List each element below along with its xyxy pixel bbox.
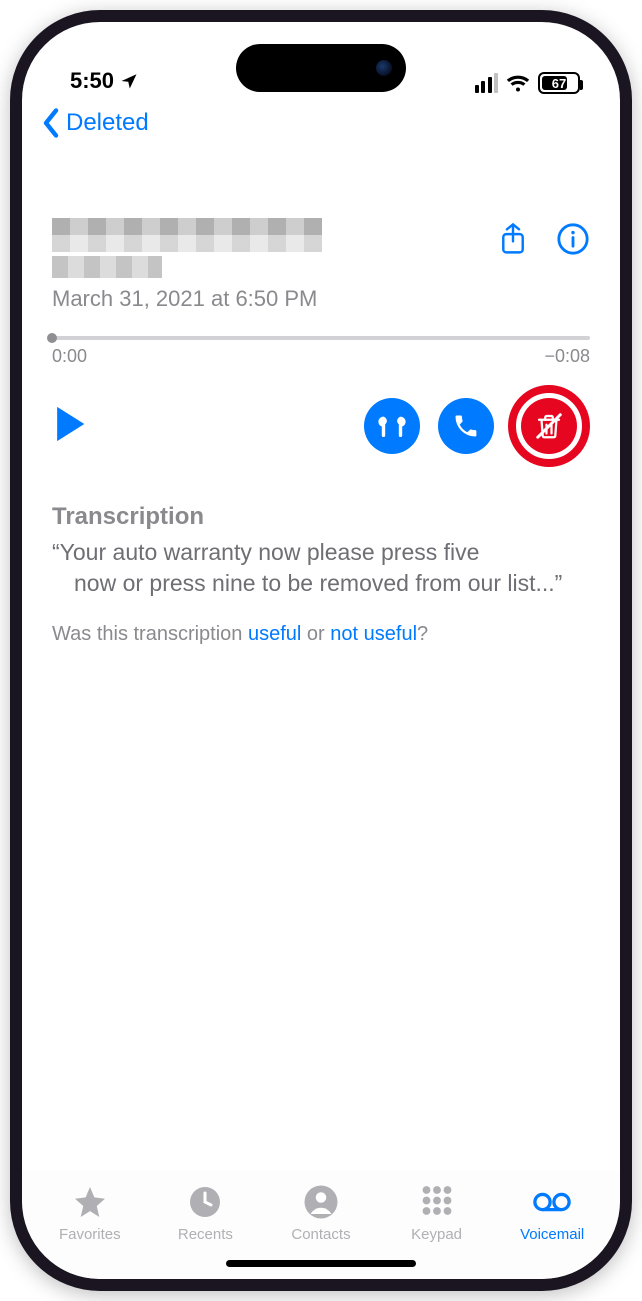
- call-back-button[interactable]: [438, 398, 494, 454]
- tab-label: Voicemail: [520, 1226, 584, 1243]
- remaining-time: −0:08: [544, 346, 590, 367]
- info-button[interactable]: [556, 222, 590, 261]
- tab-favorites[interactable]: Favorites: [32, 1184, 148, 1243]
- keypad-icon: [418, 1184, 456, 1220]
- tab-label: Favorites: [59, 1226, 121, 1243]
- transcription-section: Transcription “Your auto warranty now pl…: [52, 503, 590, 646]
- tab-label: Keypad: [411, 1226, 462, 1243]
- location-icon: [120, 72, 138, 90]
- tab-recents[interactable]: Recents: [148, 1184, 264, 1243]
- share-button[interactable]: [496, 222, 530, 261]
- camera-lens: [376, 60, 392, 76]
- back-label: Deleted: [66, 109, 149, 137]
- share-icon: [496, 222, 530, 256]
- audio-route-button[interactable]: [364, 398, 420, 454]
- transcription-body: “Your auto warranty now please press fiv…: [52, 537, 590, 599]
- voicemail-icon: [533, 1184, 571, 1220]
- transcription-line2: now or press nine to be removed from our…: [52, 568, 590, 599]
- star-icon: [71, 1184, 109, 1220]
- play-button[interactable]: [52, 404, 88, 449]
- cellular-icon: [475, 73, 499, 93]
- iphone-device-frame: 5:50 67 Deleted: [10, 10, 632, 1291]
- status-right: 67: [475, 72, 581, 94]
- delete-button-highlight: [508, 385, 590, 467]
- caller-subline-redacted: [52, 256, 162, 278]
- elapsed-time: 0:00: [52, 346, 87, 367]
- status-left: 5:50: [70, 68, 138, 94]
- feedback-or: or: [301, 623, 330, 645]
- playback-times: 0:00 −0:08: [52, 346, 590, 367]
- chevron-left-icon: [40, 108, 62, 138]
- trash-slash-icon: [534, 411, 564, 441]
- tab-keypad[interactable]: Keypad: [379, 1184, 495, 1243]
- useful-link[interactable]: useful: [248, 623, 301, 645]
- battery-icon: 67: [538, 72, 580, 94]
- playback-thumb[interactable]: [47, 333, 57, 343]
- wifi-icon: [506, 73, 530, 93]
- voicemail-timestamp: March 31, 2021 at 6:50 PM: [52, 286, 496, 312]
- transcription-line1: “Your auto warranty now please press fiv…: [52, 539, 479, 565]
- caller-name-redacted: [52, 218, 322, 252]
- play-icon: [52, 404, 88, 444]
- tab-contacts[interactable]: Contacts: [263, 1184, 379, 1243]
- screen: 5:50 67 Deleted: [22, 22, 620, 1279]
- not-useful-link[interactable]: not useful: [330, 623, 417, 645]
- nav-bar: Deleted: [22, 100, 620, 142]
- dynamic-island: [236, 44, 406, 92]
- voicemail-content: March 31, 2021 at 6:50 PM: [22, 142, 620, 1171]
- caller-block: March 31, 2021 at 6:50 PM: [52, 218, 496, 312]
- person-circle-icon: [302, 1184, 340, 1220]
- playback-controls: [52, 385, 590, 467]
- status-time: 5:50: [70, 68, 114, 94]
- tab-label: Contacts: [291, 1226, 350, 1243]
- transcription-title: Transcription: [52, 503, 590, 531]
- delete-button[interactable]: [521, 398, 577, 454]
- back-button[interactable]: Deleted: [40, 108, 149, 138]
- airpods-icon: [375, 413, 409, 439]
- playback-track[interactable]: [52, 336, 590, 340]
- feedback-q: ?: [417, 623, 428, 645]
- phone-icon: [452, 412, 480, 440]
- info-icon: [556, 222, 590, 256]
- tab-voicemail[interactable]: Voicemail: [494, 1184, 610, 1243]
- clock-icon: [186, 1184, 224, 1220]
- voicemail-header: March 31, 2021 at 6:50 PM: [52, 218, 590, 312]
- battery-pct: 67: [552, 76, 566, 91]
- feedback-prefix: Was this transcription: [52, 623, 248, 645]
- home-indicator[interactable]: [226, 1260, 416, 1267]
- voicemail-header-actions: [496, 218, 590, 261]
- transcription-feedback: Was this transcription useful or not use…: [52, 623, 590, 646]
- tab-label: Recents: [178, 1226, 233, 1243]
